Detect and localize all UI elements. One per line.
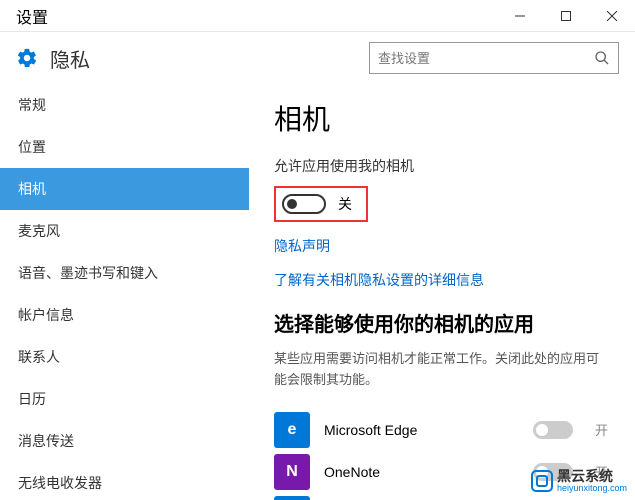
app-row-0: e Microsoft Edge 开 xyxy=(274,409,611,451)
privacy-link[interactable]: 隐私声明 xyxy=(274,236,611,256)
gear-icon xyxy=(16,47,38,69)
app-icon: ◫ xyxy=(274,496,310,500)
camera-toggle-row: 关 xyxy=(282,194,352,214)
titlebar: 设置 xyxy=(0,0,635,32)
sidebar-item-6[interactable]: 联系人 xyxy=(0,336,249,378)
camera-toggle[interactable] xyxy=(282,194,326,214)
toggle-knob xyxy=(287,199,297,209)
maximize-button[interactable] xyxy=(543,0,589,32)
search-input[interactable] xyxy=(378,51,594,66)
main-panel: 相机 允许应用使用我的相机 关 隐私声明 了解有关相机隐私设置的详细信息 选择能… xyxy=(250,84,635,500)
search-icon xyxy=(594,50,610,66)
sidebar-item-0[interactable]: 常规 xyxy=(0,84,249,126)
app-state: 开 xyxy=(595,420,611,439)
sidebar-item-3[interactable]: 麦克风 xyxy=(0,210,249,252)
app-icon: N xyxy=(274,454,310,490)
sidebar-item-5[interactable]: 帐户信息 xyxy=(0,294,249,336)
watermark-logo-icon xyxy=(531,470,553,492)
allow-label: 允许应用使用我的相机 xyxy=(274,156,611,176)
sidebar-item-1[interactable]: 位置 xyxy=(0,126,249,168)
learn-more-link[interactable]: 了解有关相机隐私设置的详细信息 xyxy=(274,270,611,290)
header: 隐私 xyxy=(0,32,635,84)
watermark-url: heiyunxitong.com xyxy=(557,484,627,494)
content: 常规位置相机麦克风语音、墨迹书写和键入帐户信息联系人日历消息传送无线电收发器其他… xyxy=(0,84,635,500)
watermark: 黑云系统 heiyunxitong.com xyxy=(531,469,627,494)
close-button[interactable] xyxy=(589,0,635,32)
window-controls xyxy=(497,0,635,32)
sidebar-item-4[interactable]: 语音、墨迹书写和键入 xyxy=(0,252,249,294)
sidebar-item-2[interactable]: 相机 xyxy=(0,168,249,210)
highlight-box: 关 xyxy=(274,186,368,222)
app-name: OneNote xyxy=(324,464,519,480)
section-title: 选择能够使用你的相机的应用 xyxy=(274,308,611,337)
minimize-button[interactable] xyxy=(497,0,543,32)
sidebar: 常规位置相机麦克风语音、墨迹书写和键入帐户信息联系人日历消息传送无线电收发器其他… xyxy=(0,84,250,500)
sidebar-item-9[interactable]: 无线电收发器 xyxy=(0,462,249,500)
toggle-state: 关 xyxy=(338,194,352,214)
sidebar-item-7[interactable]: 日历 xyxy=(0,378,249,420)
sidebar-item-8[interactable]: 消息传送 xyxy=(0,420,249,462)
watermark-brand: 黑云系统 xyxy=(557,469,627,484)
search-box[interactable] xyxy=(369,42,619,74)
window-title: 设置 xyxy=(16,4,48,28)
app-toggle[interactable] xyxy=(533,421,573,439)
header-title: 隐私 xyxy=(50,44,90,73)
section-desc: 某些应用需要访问相机才能正常工作。关闭此处的应用可能会限制其功能。 xyxy=(274,349,611,391)
page-title: 相机 xyxy=(274,98,611,138)
app-name: Microsoft Edge xyxy=(324,422,519,438)
app-icon: e xyxy=(274,412,310,448)
